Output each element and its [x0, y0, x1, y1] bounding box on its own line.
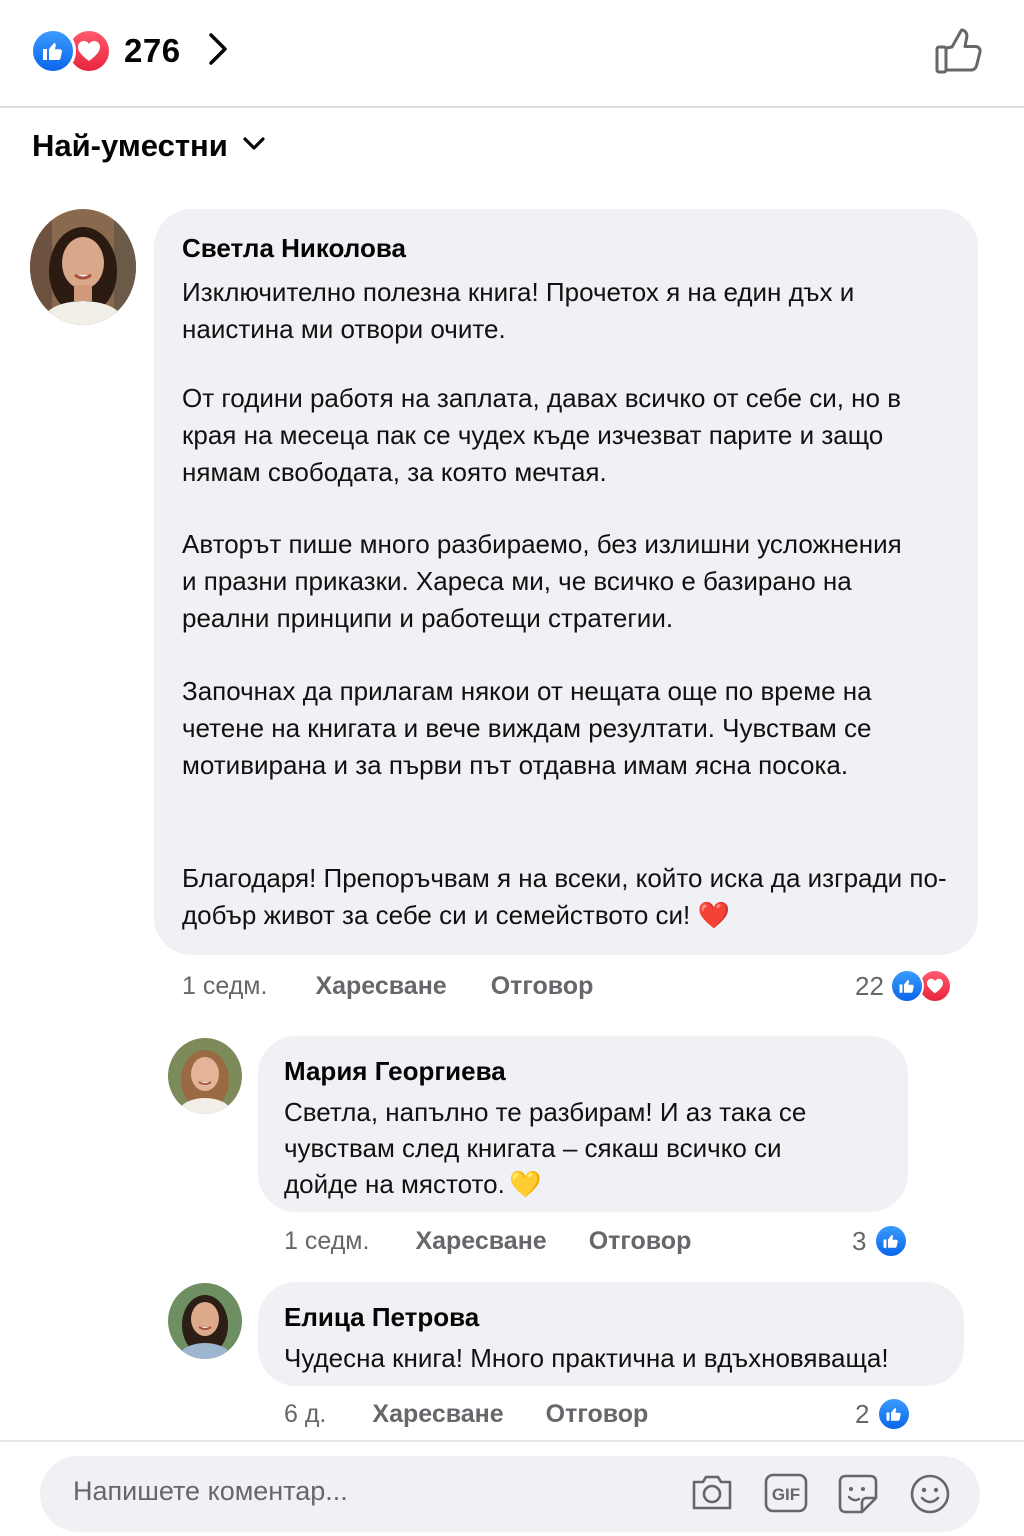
like-icon: [877, 1397, 912, 1431]
sticker-icon[interactable]: [836, 1472, 880, 1521]
thumbs-up-outline-icon[interactable]: [934, 26, 984, 81]
reply-button[interactable]: Отговор: [546, 1400, 649, 1429]
reply-button[interactable]: Отговор: [589, 1227, 692, 1256]
like-button[interactable]: Харесване: [372, 1400, 503, 1429]
reply-reactions[interactable]: 3: [852, 1224, 909, 1258]
emoji-icon[interactable]: [908, 1472, 952, 1521]
reply-text-line: Чудесна книга! Много практична и вдъхнов…: [284, 1343, 889, 1373]
comment-text: Авторът пише много разбираемо, без излиш…: [182, 529, 902, 633]
reaction-count: 22: [855, 970, 884, 1001]
like-icon: [874, 1224, 909, 1258]
chevron-down-icon: [242, 136, 266, 157]
comment-actions: 1 седм. Харесване Отговор: [182, 972, 593, 1001]
comment-paragraph: От години работя на заплата, давах всичк…: [182, 380, 942, 491]
reply-time[interactable]: 6 д.: [284, 1400, 326, 1429]
camera-icon[interactable]: [690, 1472, 734, 1517]
reply-author[interactable]: Елица Петрова: [284, 1302, 479, 1333]
like-icon: [889, 969, 924, 1003]
comment-author[interactable]: Светла Николова: [182, 233, 406, 264]
like-button[interactable]: Харесване: [315, 972, 446, 1001]
comment-input-placeholder: Напишете коментар...: [73, 1476, 348, 1506]
comment-text: Започнах да прилагам някои от нещата още…: [182, 676, 872, 780]
reaction-summary[interactable]: 276: [30, 28, 229, 74]
reply-reactions[interactable]: 2: [855, 1397, 912, 1431]
gif-icon[interactable]: GIF: [764, 1472, 808, 1519]
sort-dropdown[interactable]: Най-уместни: [32, 128, 266, 164]
comment-text: От години работя на заплата, давах всичк…: [182, 383, 902, 487]
comment-text: Благодаря! Препоръчвам я на всеки, който…: [182, 863, 947, 930]
avatar-maria[interactable]: [168, 1038, 242, 1114]
comment-paragraph: Авторът пише много разбираемо, без излиш…: [182, 526, 942, 637]
reply-text-line: чувствам след книгата – сякаш всичко си: [284, 1133, 782, 1163]
reaction-count: 276: [124, 32, 181, 69]
comment-paragraph: Благодаря! Препоръчвам я на всеки, който…: [182, 860, 962, 934]
reply-button[interactable]: Отговор: [491, 972, 594, 1001]
like-button[interactable]: Харесване: [415, 1227, 546, 1256]
comment-paragraph: Изключително полезна книга! Прочетох я н…: [182, 274, 962, 348]
reply-time[interactable]: 1 седм.: [284, 1227, 369, 1256]
comment-text: Изключително полезна книга! Прочетох я н…: [182, 277, 855, 344]
heart-emoji: ❤️: [697, 900, 730, 930]
reaction-count: 2: [855, 1398, 870, 1429]
comment-time[interactable]: 1 седм.: [182, 972, 267, 1001]
avatar-svetla[interactable]: [30, 209, 136, 325]
yellow-heart-emoji: 💛: [509, 1169, 542, 1199]
chevron-right-icon[interactable]: [207, 32, 229, 71]
comment-paragraph: Започнах да прилагам някои от нещата още…: [182, 673, 942, 784]
reply-bubble: Мария Георгиева Светла, напълно те разби…: [258, 1036, 908, 1212]
reply-author[interactable]: Мария Георгиева: [284, 1056, 506, 1087]
comment-reactions[interactable]: 22: [855, 969, 952, 1003]
reply-text-line: Светла, напълно те разбирам! И аз така с…: [284, 1097, 807, 1127]
reply-actions: 6 д. Харесване Отговор: [284, 1400, 648, 1429]
reply-text-line: дойде на мястото.: [284, 1169, 505, 1199]
reaction-count: 3: [852, 1225, 867, 1256]
avatar-elitsa[interactable]: [168, 1283, 242, 1359]
comment-composer-bar: Напишете коментар... GIF: [0, 1440, 1024, 1536]
gif-label: GIF: [772, 1485, 800, 1504]
like-icon: [30, 28, 76, 74]
comment-input[interactable]: Напишете коментар... GIF: [40, 1456, 980, 1532]
reply-actions: 1 седм. Харесване Отговор: [284, 1227, 691, 1256]
reactions-header: 276: [0, 0, 1024, 108]
sort-label: Най-уместни: [32, 128, 228, 163]
reply-bubble: Елица Петрова Чудесна книга! Много практ…: [258, 1282, 964, 1386]
